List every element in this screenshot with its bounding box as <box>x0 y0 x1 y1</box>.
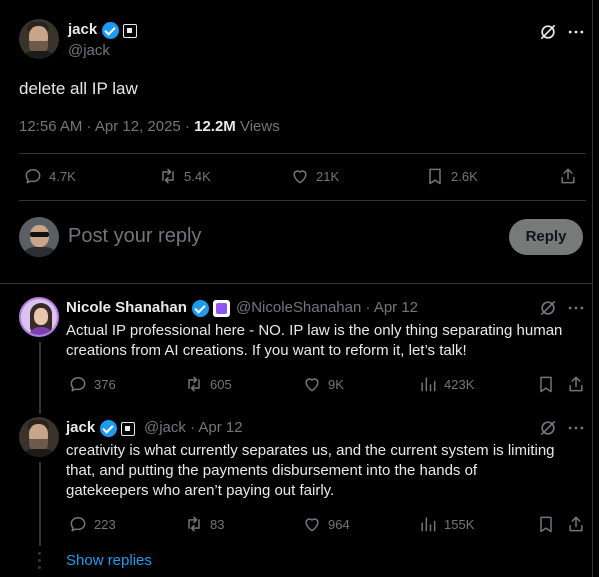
like-action[interactable]: 964 <box>302 514 350 534</box>
repost-count: 5.4K <box>184 168 211 184</box>
bookmark-icon <box>429 168 441 185</box>
grok-icon[interactable] <box>538 298 558 318</box>
like-icon <box>293 170 307 184</box>
post-detail: jack @jack delete all IP law 12:56 AM · … <box>0 0 593 577</box>
affiliate-icon[interactable] <box>213 300 230 317</box>
repost-action[interactable]: 83 <box>184 514 224 534</box>
reply-action[interactable]: 4.7K <box>23 166 76 186</box>
views-icon <box>421 517 436 532</box>
thread-line <box>39 462 41 546</box>
like-action[interactable]: 21K <box>290 166 339 186</box>
views-count: 12.2M <box>194 118 236 135</box>
like-count: 9K <box>328 376 344 392</box>
reply-icon <box>25 169 41 184</box>
reply-icon <box>70 377 86 392</box>
current-user-avatar[interactable] <box>19 217 59 257</box>
repost-action[interactable]: 605 <box>184 374 232 394</box>
bookmark-action[interactable] <box>536 374 556 394</box>
reply-text-line: creativity is what currently separates u… <box>66 442 555 459</box>
divider <box>19 153 586 154</box>
verified-icon[interactable] <box>100 420 117 437</box>
post-meta: 12:56 AM · Apr 12, 2025 · 12.2M Views <box>19 118 280 135</box>
share-icon <box>569 516 583 532</box>
reply-text: creativity is what currently separates u… <box>66 441 586 501</box>
reply-text-line: creations from AI creations. If you want… <box>66 342 467 359</box>
reply-count: 223 <box>94 516 116 532</box>
reply-text-line: Actual IP professional here - NO. IP law… <box>66 322 563 339</box>
reply-count: 376 <box>94 376 116 392</box>
share-icon <box>561 168 575 184</box>
post-text: delete all IP law <box>19 79 138 98</box>
reply-author-avatar[interactable] <box>19 297 59 337</box>
reply-author-name[interactable]: Nicole Shanahan <box>66 299 187 316</box>
repost-count: 605 <box>210 376 232 392</box>
reply-icon <box>70 517 86 532</box>
grok-icon[interactable] <box>538 418 558 438</box>
views-action[interactable]: 423K <box>418 374 474 394</box>
share-action[interactable] <box>566 374 586 394</box>
repost-icon <box>162 168 174 184</box>
share-action[interactable] <box>558 166 578 186</box>
reply-author-name[interactable]: jack <box>66 419 95 436</box>
author-handle[interactable]: @jack <box>68 42 110 59</box>
views-action[interactable]: 155K <box>418 514 474 534</box>
bookmark-icon <box>540 376 552 393</box>
like-icon <box>305 518 319 532</box>
repost-action[interactable]: 5.4K <box>158 166 211 186</box>
reply-count: 4.7K <box>49 168 76 184</box>
divider <box>19 200 586 201</box>
like-count: 964 <box>328 516 350 532</box>
affiliate-icon[interactable] <box>123 24 137 38</box>
reply-author-avatar[interactable] <box>19 417 59 457</box>
more-icon[interactable] <box>566 298 586 318</box>
like-action[interactable]: 9K <box>302 374 344 394</box>
reply-handle-time[interactable]: @NicoleShanahan · Apr 12 <box>236 299 418 316</box>
thread-line <box>39 342 41 414</box>
post-timestamp[interactable]: 12:56 AM · Apr 12, 2025 · <box>19 118 194 135</box>
views-count: 155K <box>444 516 475 532</box>
views-icon <box>421 377 436 392</box>
reply-input[interactable]: Post your reply <box>68 225 201 248</box>
reply-action[interactable]: 376 <box>68 374 116 394</box>
like-icon <box>305 378 319 392</box>
repost-count: 83 <box>210 516 225 532</box>
like-count: 21K <box>316 168 340 184</box>
reply-text-line: gatekeepers who aren’t paying out fairly… <box>66 482 335 499</box>
verified-icon[interactable] <box>192 300 209 317</box>
reply-action[interactable]: 223 <box>68 514 116 534</box>
repost-icon <box>188 516 200 532</box>
affiliate-icon[interactable] <box>121 422 135 436</box>
bookmark-count: 2.6K <box>451 168 478 184</box>
reply-button[interactable]: Reply <box>509 219 583 255</box>
share-action[interactable] <box>566 514 586 534</box>
share-icon <box>569 376 583 392</box>
divider <box>0 283 593 284</box>
bookmark-action[interactable] <box>536 514 556 534</box>
more-icon[interactable] <box>566 22 586 42</box>
bookmark-icon <box>540 516 552 533</box>
verified-icon[interactable] <box>102 22 119 39</box>
views-count: 423K <box>444 376 475 392</box>
author-avatar[interactable] <box>19 19 59 59</box>
reply-handle-time[interactable]: @jack · Apr 12 <box>144 419 243 436</box>
views-label: Views <box>235 118 280 135</box>
show-replies-link[interactable]: Show replies <box>66 552 152 569</box>
reply-text: Actual IP professional here - NO. IP law… <box>66 321 586 361</box>
more-icon[interactable] <box>566 418 586 438</box>
thread-continuation-dots <box>38 552 42 574</box>
author-name[interactable]: jack <box>68 21 97 38</box>
bookmark-action[interactable]: 2.6K <box>425 166 478 186</box>
repost-icon <box>188 376 200 392</box>
reply-text-line: that, and putting the payments disbursem… <box>66 462 478 479</box>
grok-icon[interactable] <box>538 22 558 42</box>
